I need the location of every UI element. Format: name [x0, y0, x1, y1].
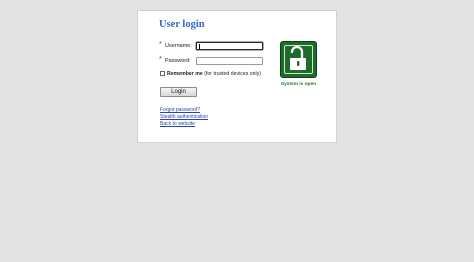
back-to-website-link[interactable]: Back to website	[160, 121, 195, 127]
forgot-password-link[interactable]: Forgot password?	[160, 107, 200, 113]
open-padlock-icon	[290, 45, 306, 70]
remember-me-label: Remember me	[167, 71, 203, 77]
remember-me-checkbox[interactable]	[160, 71, 165, 77]
page-title: User login	[159, 19, 205, 30]
remember-me-row: Remember me (for trusted devices only)	[160, 71, 261, 77]
password-label: Password:	[165, 58, 191, 64]
username-label: Username:	[165, 43, 192, 49]
text-caret	[199, 44, 200, 49]
password-input[interactable]	[196, 57, 263, 65]
remember-me-note: (for trusted devices only)	[204, 71, 262, 77]
system-status-badge	[280, 41, 317, 78]
username-input[interactable]	[196, 42, 263, 50]
login-button[interactable]: Login	[160, 87, 197, 97]
system-status-text: System is open	[280, 82, 317, 87]
required-marker: *	[159, 41, 162, 48]
required-marker: *	[159, 56, 162, 63]
login-panel: User login * Username: * Password: Remem…	[137, 10, 337, 143]
stealth-authentication-link[interactable]: Stealth authentication	[160, 114, 208, 120]
